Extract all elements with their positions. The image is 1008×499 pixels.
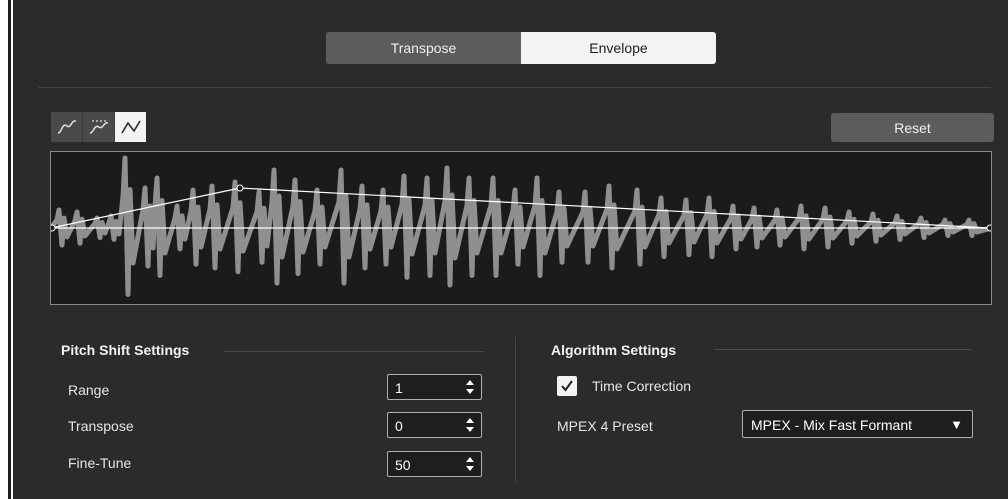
left-edge-line — [8, 0, 11, 499]
left-edge-bar — [0, 0, 13, 499]
algorithm-divider — [714, 349, 972, 350]
header-divider — [38, 87, 991, 88]
waveform-display — [51, 155, 991, 297]
envelope-editor[interactable] — [50, 151, 992, 305]
envelope-node[interactable] — [236, 184, 244, 192]
fine-tune-stepper[interactable]: 50 — [387, 451, 482, 477]
dropdown-caret-icon: ▼ — [950, 417, 963, 432]
linear-curve-button[interactable] — [114, 112, 146, 142]
checkmark-icon — [561, 380, 573, 392]
time-correction-label: Time Correction — [592, 378, 692, 394]
stepper-arrows-icon[interactable] — [465, 417, 475, 433]
mpex-preset-select[interactable]: MPEX - Mix Fast Formant ▼ — [742, 410, 973, 438]
spline-curve-icon — [57, 120, 76, 134]
mode-tabs: Transpose Envelope — [326, 32, 716, 64]
tab-envelope[interactable]: Envelope — [521, 32, 716, 64]
pitch-shift-settings-title: Pitch Shift Settings — [61, 342, 190, 358]
damped-spline-curve-button[interactable] — [82, 112, 114, 142]
envelope-node[interactable] — [986, 224, 991, 232]
transpose-label: Transpose — [68, 418, 134, 434]
pitch-shift-divider — [224, 351, 484, 352]
algorithm-settings-title: Algorithm Settings — [551, 342, 677, 358]
stepper-arrows-icon[interactable] — [465, 379, 475, 395]
time-correction-checkbox[interactable] — [557, 376, 577, 396]
curve-mode-group — [51, 112, 146, 142]
transpose-value: 0 — [395, 418, 403, 434]
range-value: 1 — [395, 380, 403, 396]
envelope-node[interactable] — [51, 224, 56, 232]
range-stepper[interactable]: 1 — [387, 374, 482, 400]
reset-button[interactable]: Reset — [831, 113, 994, 142]
section-separator — [515, 337, 516, 483]
linear-curve-icon — [120, 120, 141, 134]
stepper-arrows-icon[interactable] — [465, 456, 475, 472]
fine-tune-value: 50 — [395, 457, 411, 473]
waveform-path — [51, 155, 991, 297]
spline-curve-button[interactable] — [51, 112, 82, 142]
damped-spline-curve-icon — [89, 120, 108, 134]
mpex-preset-label: MPEX 4 Preset — [557, 418, 653, 434]
range-label: Range — [68, 382, 110, 398]
tab-transpose[interactable]: Transpose — [326, 32, 521, 64]
mpex-preset-value: MPEX - Mix Fast Formant — [751, 417, 913, 433]
fine-tune-label: Fine-Tune — [68, 455, 132, 471]
transpose-stepper[interactable]: 0 — [387, 412, 482, 438]
